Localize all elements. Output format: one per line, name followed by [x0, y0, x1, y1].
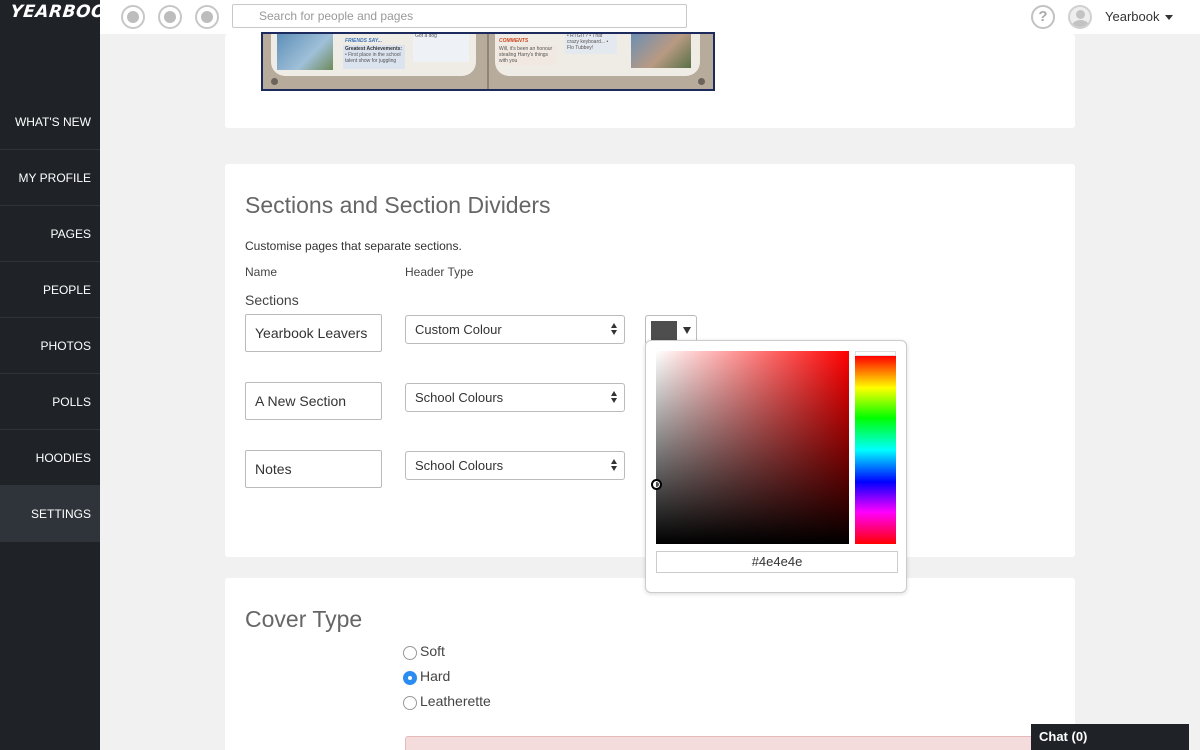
color-swatch [651, 321, 677, 340]
sidebar-item-people[interactable]: PEOPLE [0, 262, 100, 318]
cover-type-card: Cover Type Soft Hard Leatherette [225, 578, 1075, 750]
section-description: Customise pages that separate sections. [245, 239, 462, 253]
cover-option-soft[interactable]: Soft [403, 642, 445, 660]
sidebar-item-polls[interactable]: POLLS [0, 374, 100, 430]
sidebar-item-my-profile[interactable]: MY PROFILE [0, 150, 100, 206]
chevron-down-icon [683, 327, 691, 334]
sections-label: Sections [245, 292, 299, 308]
sidebar-nav: WHAT'S NEW MY PROFILE PAGES PEOPLE PHOTO… [0, 94, 100, 542]
top-bar: Search for people and pages ? Yearbook [100, 0, 1200, 34]
help-icon[interactable]: ? [1031, 5, 1055, 29]
sidebar: YEARBOOK WHAT'S NEW MY PROFILE PAGES PEO… [0, 0, 121, 750]
section-name-input[interactable]: Notes [245, 450, 382, 488]
section-title: Sections and Section Dividers [245, 192, 551, 218]
preview-note: Greatest Achievements: • First place in … [343, 45, 405, 69]
preview-friends-tag: FRIENDS SAY... [345, 38, 382, 44]
section-title: Cover Type [245, 606, 363, 632]
radio-soft[interactable] [403, 646, 417, 660]
radio-label: Soft [420, 643, 445, 659]
user-menu-name[interactable]: Yearbook [1105, 9, 1159, 24]
radio-label: Hard [420, 668, 451, 684]
select-arrows-icon [611, 322, 619, 336]
sidebar-item-pages[interactable]: PAGES [0, 206, 100, 262]
saturation-value-area[interactable] [656, 351, 849, 544]
preview-note-body: • First place in the school talent show … [345, 52, 401, 64]
preview-comments-tag: COMMENTS [499, 38, 529, 44]
alert-message [405, 736, 1075, 750]
header-type-value: Custom Colour [415, 322, 502, 337]
select-arrows-icon [611, 458, 619, 472]
column-label-name: Name [245, 265, 278, 279]
sidebar-item-settings[interactable]: SETTINGS [0, 486, 100, 542]
search-input[interactable]: Search for people and pages [232, 4, 687, 28]
preview-left-page: FRIENDS SAY... Greatest Achievements: • … [271, 34, 476, 76]
preview-note-small: Got a dog [413, 34, 469, 62]
friends-icon[interactable] [158, 5, 182, 29]
section-name-input[interactable]: Yearbook Leavers [245, 314, 382, 352]
cover-option-hard[interactable]: Hard [403, 667, 450, 685]
preview-page-dot-left [271, 78, 278, 85]
sidebar-item-hoodies[interactable]: HOODIES [0, 430, 100, 486]
yearbook-logo[interactable]: YEARBOOK [9, 2, 120, 30]
header-type-value: School Colours [415, 390, 504, 405]
preview-photo [277, 34, 333, 70]
hue-slider[interactable] [855, 356, 896, 544]
preview-comment-small: • RTGIT? • That crazy keyboard... • Flo … [565, 34, 617, 54]
section-name-input[interactable]: A New Section [245, 382, 382, 420]
preview-page-dot-right [698, 78, 705, 85]
header-type-select[interactable]: School Colours [405, 451, 625, 480]
hue-slider-handle[interactable] [855, 351, 896, 356]
column-label-header-type: Header Type [405, 265, 474, 279]
header-type-select[interactable]: Custom Colour [405, 315, 625, 344]
cover-option-leatherette[interactable]: Leatherette [403, 692, 491, 710]
header-type-value: School Colours [415, 458, 504, 473]
messages-icon[interactable] [195, 5, 219, 29]
color-picker-popover: #4e4e4e [645, 340, 907, 593]
chevron-down-icon[interactable] [1165, 15, 1173, 20]
yearbook-spread-preview[interactable]: FRIENDS SAY... Greatest Achievements: • … [261, 32, 715, 91]
preview-comment-note: Will, it's been an honour stealing Harry… [497, 45, 557, 65]
radio-hard[interactable] [403, 671, 417, 685]
preview-spine [487, 34, 489, 89]
chat-button[interactable]: Chat (0) [1031, 724, 1189, 750]
sidebar-item-photos[interactable]: PHOTOS [0, 318, 100, 374]
radio-leatherette[interactable] [403, 696, 417, 710]
header-type-select[interactable]: School Colours [405, 383, 625, 412]
select-arrows-icon [611, 390, 619, 404]
hex-input[interactable]: #4e4e4e [656, 551, 898, 573]
preview-card: FRIENDS SAY... Greatest Achievements: • … [225, 32, 1075, 128]
notifications-icon[interactable] [121, 5, 145, 29]
avatar[interactable] [1068, 5, 1092, 29]
sidebar-item-whats-new[interactable]: WHAT'S NEW [0, 94, 100, 150]
color-picker-marker[interactable] [651, 479, 662, 490]
preview-right-page: COMMENTS Will, it's been an honour steal… [495, 34, 700, 76]
radio-label: Leatherette [420, 693, 491, 709]
preview-photo-right [631, 34, 691, 68]
